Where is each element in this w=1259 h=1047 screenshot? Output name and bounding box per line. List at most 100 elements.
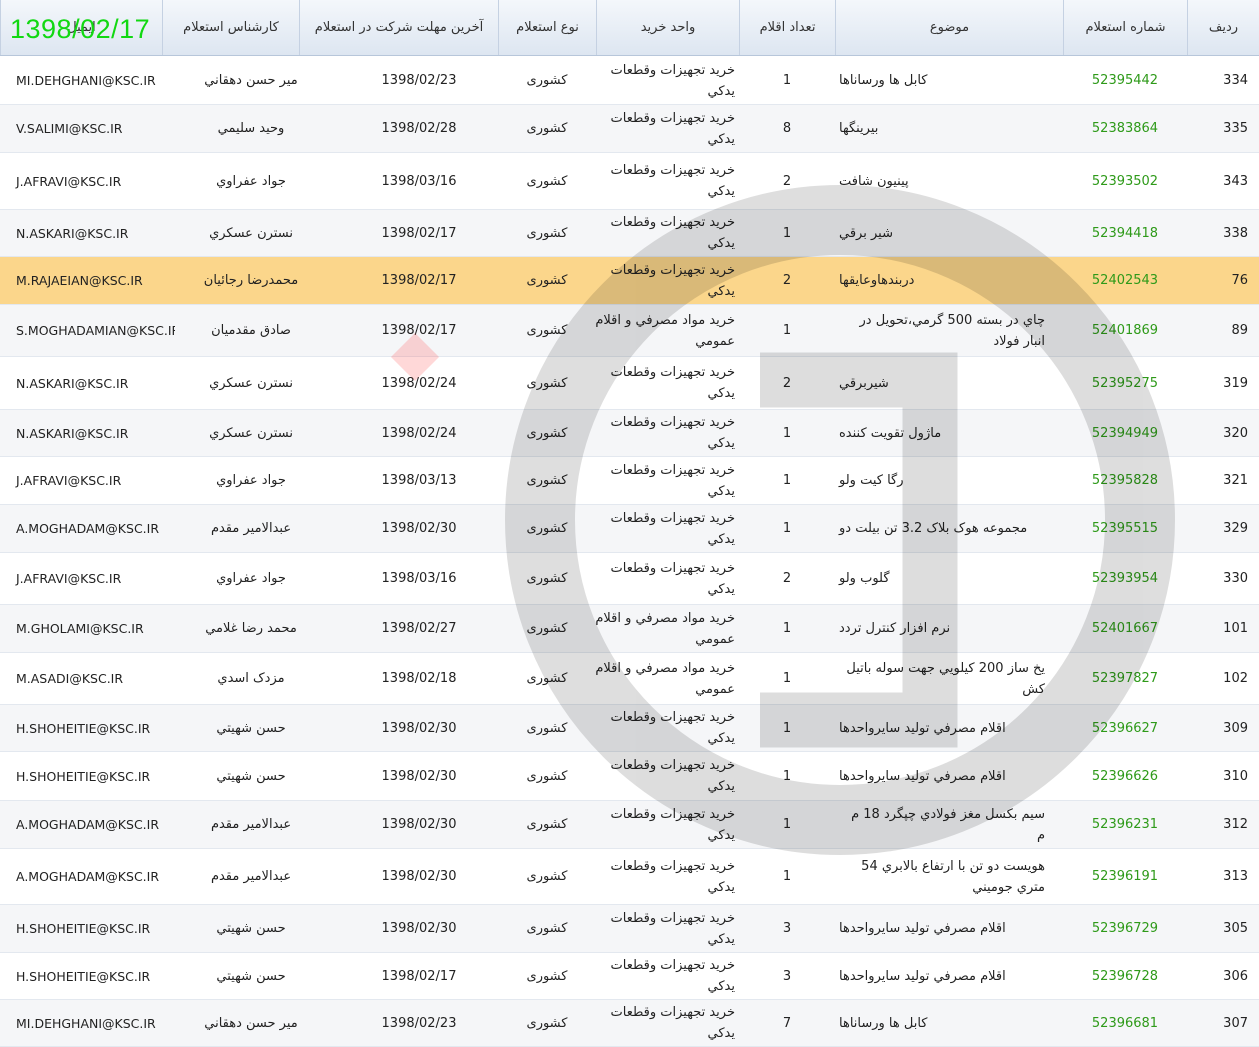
- table-row[interactable]: 76 52402543 دربندهاوعايقها 2 خريد تجهيزات وق…: [0, 257, 1259, 305]
- cell-radif: 334: [1223, 73, 1248, 88]
- table-row[interactable]: 307 52396681 كابل ها ورسانا‌ها 7 خريد تجهيزا…: [0, 1000, 1259, 1047]
- table-row[interactable]: 320 52394949 ماژول تقويت كننده 1 خريد تجهيزا…: [0, 410, 1259, 457]
- cell-unit: خريد تجهيزات وقطعات يدكي: [610, 415, 736, 451]
- header-expert[interactable]: کارشناس استعلام: [162, 0, 299, 55]
- cell-number[interactable]: 52396681: [1063, 1000, 1187, 1046]
- header-count[interactable]: تعداد اقلام: [739, 0, 835, 55]
- cell-unit: خريد تجهيزات وقطعات يدكي: [610, 758, 736, 794]
- cell-number[interactable]: 52401869: [1063, 305, 1187, 356]
- cell-radif: 305: [1223, 921, 1248, 936]
- cell-expert: عبدالامير مقدم: [210, 521, 292, 536]
- cell-unit: خريد تجهيزات وقطعات يدكي: [610, 110, 736, 147]
- cell-subject: رگا كيت ولو: [839, 473, 904, 488]
- table-row[interactable]: 313 52396191 هويست دو تن با ارتفاع بالابري…: [0, 849, 1259, 905]
- cell-number[interactable]: 52396191: [1063, 849, 1187, 904]
- cell-count: 1: [782, 473, 792, 488]
- cell-count: 8: [782, 121, 792, 136]
- cell-email: S.MOGHADAMIAN@KSC.IR: [16, 323, 175, 338]
- cell-unit: خريد تجهيزات وقطعات يدكي: [610, 365, 736, 401]
- cell-number[interactable]: 52396231: [1063, 801, 1187, 848]
- cell-number[interactable]: 52396728: [1063, 953, 1187, 999]
- cell-email: H.SHOHEITIE@KSC.IR: [16, 968, 151, 984]
- cell-deadline: 1398/02/28: [381, 121, 457, 136]
- table-row[interactable]: 312 52396231 سيم بكسل مغز فولادي چپگرد 18 …: [0, 801, 1259, 849]
- cell-type: کشوری: [526, 621, 568, 636]
- table-row[interactable]: 343 52393502 پينيون شافت 2 خريد تجهيزات وقطع…: [0, 153, 1259, 210]
- cell-radif: 335: [1223, 121, 1248, 136]
- cell-expert: نسترن عسكري: [209, 225, 293, 241]
- cell-number[interactable]: 52395275: [1063, 357, 1187, 409]
- cell-type: کشوری: [526, 473, 568, 488]
- cell-type: کشوری: [526, 425, 568, 441]
- cell-number[interactable]: 52396729: [1063, 905, 1187, 952]
- cell-count: 2: [782, 375, 792, 391]
- cell-expert: حسن شهيتي: [216, 968, 286, 984]
- table-row[interactable]: 89 52401869 چاي در بسته 500 گرمي،تحويل در …: [0, 305, 1259, 357]
- cell-subject: شير برقي: [839, 225, 893, 241]
- cell-number[interactable]: 52394949: [1063, 410, 1187, 456]
- table-row[interactable]: 305 52396729 اقلام مصرفي توليد سايرواحدها 3…: [0, 905, 1259, 953]
- cell-unit: خريد تجهيزات وقطعات يدكي: [610, 958, 736, 994]
- cell-number[interactable]: 52396626: [1063, 752, 1187, 800]
- cell-deadline: 1398/02/24: [381, 375, 457, 391]
- header-subject[interactable]: موضوع: [835, 0, 1063, 55]
- cell-radif: 306: [1223, 968, 1248, 984]
- cell-subject: كابل ها ورسانا‌ها: [839, 1015, 928, 1031]
- table-row[interactable]: 329 52395515 مجموعه هوک بلاک 3.2 تن بیلت د…: [0, 505, 1259, 553]
- cell-deadline: 1398/02/17: [381, 968, 457, 984]
- cell-unit: خريد تجهيزات وقطعات يدكي: [610, 710, 736, 746]
- cell-radif: 320: [1223, 425, 1248, 441]
- cell-radif: 89: [1231, 323, 1248, 338]
- table-row[interactable]: 335 52383864 بيرينگها 8 خريد تجهيزات وقطعات …: [0, 105, 1259, 153]
- cell-unit: خريد تجهيزات وقطعات يدكي: [610, 163, 736, 199]
- cell-expert: صادق مقدميان: [211, 323, 291, 338]
- cell-expert: نسترن عسكري: [209, 375, 293, 391]
- cell-number[interactable]: 52393954: [1063, 553, 1187, 604]
- cell-count: 2: [782, 173, 792, 189]
- cell-number[interactable]: 52402543: [1063, 257, 1187, 304]
- cell-email: M.ASADI@KSC.IR: [16, 671, 124, 686]
- table-row[interactable]: 306 52396728 اقلام مصرفي توليد سايرواحدها 3…: [0, 953, 1259, 1000]
- cell-number[interactable]: 52394418: [1063, 210, 1187, 256]
- cell-number[interactable]: 52395442: [1063, 57, 1187, 104]
- cell-expert: حسن شهيتي: [216, 768, 286, 784]
- cell-type: کشوری: [526, 968, 568, 984]
- cell-number[interactable]: 52395828: [1063, 457, 1187, 504]
- cell-email: A.MOGHADAM@KSC.IR: [16, 521, 160, 536]
- cell-type: کشوری: [526, 173, 568, 189]
- cell-type: کشوری: [526, 921, 568, 936]
- header-radif[interactable]: ردیف: [1187, 0, 1259, 55]
- cell-number[interactable]: 52396627: [1063, 705, 1187, 751]
- table-row[interactable]: 338 52394418 شير برقي 1 خريد تجهيزات وقطعات …: [0, 210, 1259, 257]
- table-row[interactable]: 309 52396627 اقلام مصرفي توليد سايرواحدها 1…: [0, 705, 1259, 752]
- table-row[interactable]: 310 52396626 اقلام مصرفي توليد سايرواحدها 1…: [0, 752, 1259, 801]
- cell-number[interactable]: 52393502: [1063, 153, 1187, 209]
- cell-type: کشوری: [526, 273, 568, 288]
- table-row[interactable]: 334 52395442 كابل ها ورسانا‌ها 1 خريد تجهيزا…: [0, 57, 1259, 105]
- cell-count: 1: [782, 720, 792, 736]
- cell-unit: خريد تجهيزات وقطعات يدكي: [610, 560, 736, 597]
- table-row[interactable]: 101 52401667 نرم افزار کنترل تردد 1 خريد موا…: [0, 605, 1259, 653]
- cell-number[interactable]: 52397827: [1063, 653, 1187, 704]
- cell-expert: جواد عفراوي: [216, 571, 286, 586]
- inquiry-table: ردیف شماره استعلام موضوع تعداد اقلام واح…: [0, 0, 1259, 1047]
- header-deadline[interactable]: آخرین مهلت شرکت در استعلام: [299, 0, 498, 55]
- cell-unit: خريد تجهيزات وقطعات يدكي: [610, 215, 736, 251]
- table-row[interactable]: 319 52395275 شيربرقي 2 خريد تجهيزات وقطعات ي…: [0, 357, 1259, 410]
- cell-type: کشوری: [526, 73, 568, 88]
- cell-expert: مزدک اسدي: [217, 671, 285, 686]
- header-type[interactable]: نوع استعلام: [498, 0, 596, 55]
- cell-count: 1: [782, 817, 792, 832]
- table-row[interactable]: 102 52397827 يخ ساز 200 كيلويي جهت سوله با…: [0, 653, 1259, 705]
- cell-number[interactable]: 52383864: [1063, 105, 1187, 152]
- cell-count: 1: [782, 425, 792, 441]
- cell-number[interactable]: 52395515: [1063, 505, 1187, 552]
- table-row[interactable]: 330 52393954 گلوب ولو 2 خريد تجهيزات وقطعات …: [0, 553, 1259, 605]
- header-number[interactable]: شماره استعلام: [1063, 0, 1187, 55]
- cell-expert: عبدالامير مقدم: [210, 869, 292, 884]
- cell-number[interactable]: 52401667: [1063, 605, 1187, 652]
- cell-email: MI.DEHGHANI@KSC.IR: [16, 1015, 156, 1031]
- cell-unit: خريد مواد مصرفي و اقلام عمومي: [595, 610, 735, 647]
- header-unit[interactable]: واحد خرید: [596, 0, 739, 55]
- table-row[interactable]: 321 52395828 رگا كيت ولو 1 خريد تجهيزات وقطع…: [0, 457, 1259, 505]
